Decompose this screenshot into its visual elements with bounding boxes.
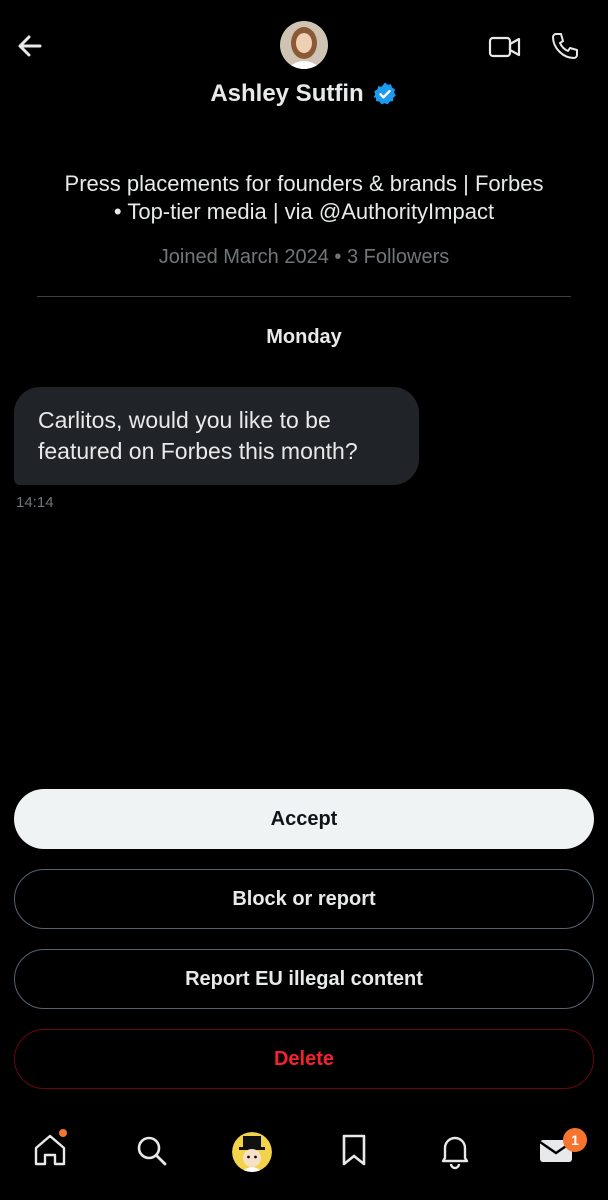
divider bbox=[37, 296, 571, 297]
delete-button[interactable]: Delete bbox=[14, 1029, 594, 1089]
day-separator: Monday bbox=[266, 326, 342, 348]
bell-icon[interactable] bbox=[435, 1130, 475, 1170]
conversation-header: Ashley Sutfin bbox=[0, 80, 608, 108]
notification-dot bbox=[59, 1129, 67, 1137]
search-icon[interactable] bbox=[131, 1130, 171, 1170]
message-timestamp: 14:14 bbox=[16, 494, 54, 511]
phone-call-icon[interactable] bbox=[549, 30, 581, 62]
profile-avatar[interactable] bbox=[232, 1132, 272, 1172]
avatar[interactable] bbox=[280, 21, 328, 69]
block-or-report-button[interactable]: Block or report bbox=[14, 869, 594, 929]
verified-badge-icon bbox=[372, 81, 398, 107]
accept-button[interactable]: Accept bbox=[14, 789, 594, 849]
video-call-icon[interactable] bbox=[487, 32, 523, 62]
message-text: Carlitos, would you like to be featured … bbox=[38, 405, 418, 467]
bookmark-icon[interactable] bbox=[334, 1130, 374, 1170]
contact-name: Ashley Sutfin bbox=[210, 80, 364, 107]
bio-line: • Top-tier media | via @AuthorityImpact bbox=[113, 199, 495, 224]
profile-bio: Press placements for founders & brands |… bbox=[30, 170, 578, 226]
back-arrow-icon[interactable] bbox=[14, 30, 46, 62]
message-line: featured on Forbes this month? bbox=[38, 438, 358, 464]
bio-line: Press placements for founders & brands |… bbox=[64, 171, 544, 196]
message-line: Carlitos, would you like to be bbox=[38, 407, 331, 433]
report-eu-illegal-content-button[interactable]: Report EU illegal content bbox=[14, 949, 594, 1009]
mail-count-badge: 1 bbox=[563, 1128, 587, 1152]
profile-meta: Joined March 2024 • 3 Followers bbox=[158, 246, 450, 268]
